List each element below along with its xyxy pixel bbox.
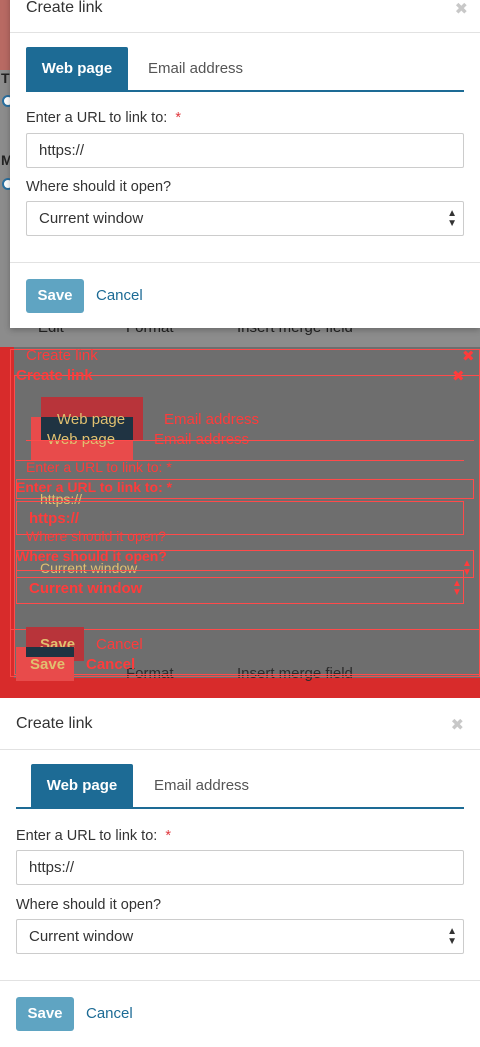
url-label: Enter a URL to link to: * (26, 110, 181, 126)
url-input[interactable]: https:// (26, 133, 464, 168)
dialog-header: Create link ✖ (0, 698, 480, 750)
cancel-button[interactable]: Cancel (86, 656, 135, 673)
open-target-select[interactable]: Current window ▲ ▼ (16, 919, 464, 954)
tab-bar: Web page Email address (26, 47, 464, 92)
tab-email-address[interactable]: Email address (148, 47, 243, 90)
open-target-select[interactable]: Current window ▲ ▼ (26, 201, 464, 236)
cancel-button[interactable]: Cancel (96, 636, 143, 653)
close-icon[interactable]: ✖ (455, 0, 468, 19)
dialog-title: Create link (26, 347, 98, 364)
dialog-title: Create link (26, 0, 103, 16)
close-icon[interactable]: ✖ (452, 367, 465, 385)
open-label: Where should it open? (26, 179, 172, 195)
required-mark: * (165, 828, 171, 844)
panel-bottom: Create link ✖ Web page Email address Ent… (0, 698, 480, 1047)
tab-email-address[interactable]: Email address (154, 764, 249, 807)
create-link-dialog: Create link ✖ Web page Email address Ent… (0, 698, 480, 1047)
tab-web-page[interactable]: Web page (26, 47, 128, 90)
url-label: Enter a URL to link to: * (26, 459, 172, 475)
open-target-value: Current window (29, 580, 143, 597)
open-label: Where should it open? (26, 528, 167, 544)
tab-bar: Web page Email address (16, 764, 464, 809)
save-button[interactable]: Save (16, 997, 74, 1031)
url-input-value: https:// (29, 859, 75, 876)
select-arrows-icon: ▲ ▼ (447, 926, 457, 947)
url-input-value: https:// (39, 142, 85, 159)
required-mark: * (175, 110, 181, 126)
dialog-title: Create link (16, 715, 93, 732)
create-link-dialog: Create link ✖ Web page Email address Ent… (10, 0, 480, 328)
dialog-header: Create link ✖ (10, 0, 480, 33)
close-icon[interactable]: ✖ (462, 347, 475, 365)
select-arrows-icon: ▲ ▼ (452, 578, 462, 598)
background-letter: T (1, 70, 10, 86)
url-input[interactable]: https:// (16, 850, 464, 885)
tab-web-page-label: Web page (57, 411, 126, 428)
url-input-value: https:// (29, 510, 79, 527)
url-label-text: Enter a URL to link to: (26, 110, 168, 126)
select-arrows-icon: ▲ ▼ (462, 558, 472, 578)
select-arrows-icon: ▲ ▼ (447, 208, 457, 229)
overlay-layer: Create link ✖ Create link ✖ Web page Web… (0, 347, 480, 698)
save-button[interactable]: Save (26, 279, 84, 313)
tab-underline (26, 440, 474, 441)
dialog-footer: Save Cancel (10, 262, 480, 313)
open-label: Where should it open? (16, 897, 162, 913)
url-label-text: Enter a URL to link to: (16, 828, 158, 844)
close-icon[interactable]: ✖ (451, 715, 464, 735)
dialog-title: Create link (16, 367, 93, 384)
tab-email-address[interactable]: Email address (164, 411, 259, 428)
dialog-footer: Save Cancel (0, 980, 480, 1031)
save-button-label: Save (30, 656, 66, 673)
tab-web-page[interactable]: Web page (31, 764, 133, 807)
cancel-button[interactable]: Cancel (96, 279, 143, 313)
panel-overlay: Edit Format Insert merge field Create li… (0, 347, 480, 698)
open-target-value: Current window (29, 928, 134, 945)
cancel-button[interactable]: Cancel (86, 997, 133, 1031)
open-target-value: Current window (39, 210, 144, 227)
panel-top: T M Edit Format Insert merge field Creat… (0, 0, 480, 347)
url-label: Enter a URL to link to: * (16, 828, 171, 844)
